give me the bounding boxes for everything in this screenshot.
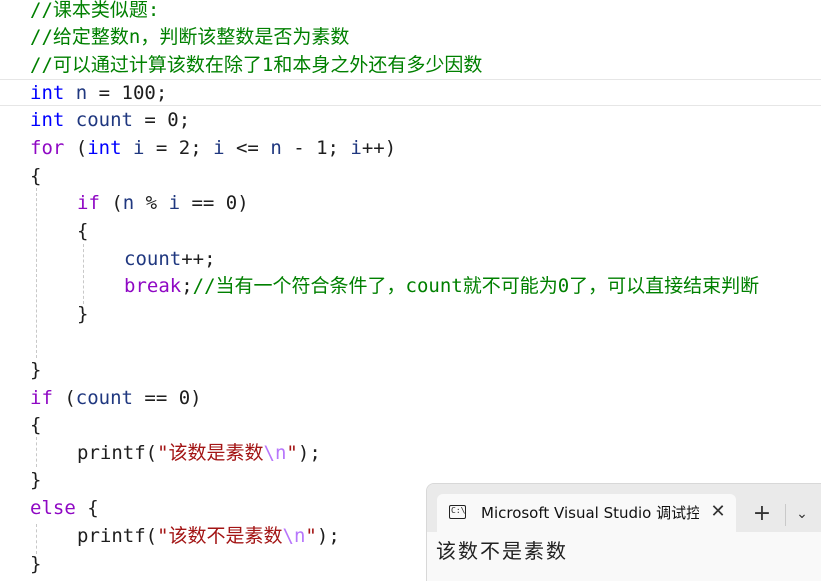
identifier: count <box>75 109 133 131</box>
code-text: ++) <box>361 137 397 159</box>
comment: //当有一个符合条件了，count就不可能为0了，可以直接结束判断 <box>192 275 760 297</box>
chevron-down-icon[interactable]: ⌄ <box>791 502 813 526</box>
code-line-12: } <box>77 300 88 328</box>
control-keyword: break <box>124 275 182 297</box>
code-text: <= <box>224 137 271 159</box>
control-keyword: else <box>30 497 76 519</box>
code-text: = 0; <box>132 109 191 131</box>
identifier: count <box>124 248 182 270</box>
code-text: == 0) <box>132 387 202 409</box>
terminal-tab-title: Microsoft Visual Studio 调试控制台 <box>481 504 699 522</box>
new-tab-plus-icon[interactable]: + <box>749 502 775 526</box>
function-call: printf( <box>77 525 158 547</box>
escape-sequence: \n <box>263 442 287 464</box>
identifier: n <box>75 82 88 104</box>
code-text: = 2; <box>144 137 214 159</box>
indent-guide <box>36 188 37 358</box>
string-literal: " <box>305 525 317 547</box>
code-text: ); <box>316 525 340 547</box>
code-line-8: if (n % i == 0) <box>77 189 249 217</box>
console-icon: C:\ <box>449 505 466 519</box>
indent-guide <box>83 244 84 304</box>
comment: //给定整数n，判断该整数是否为素数 <box>30 26 350 48</box>
code-text: ++; <box>181 248 216 270</box>
code-line-5: int count = 0; <box>30 106 190 134</box>
terminal-output-text: 该数不是素数 <box>436 539 568 563</box>
brace: { <box>77 220 89 242</box>
code-line-6: for (int i = 2; i <= n - 1; i++) <box>30 134 396 162</box>
identifier: count <box>75 387 133 409</box>
code-line-3: //可以通过计算该数在除了1和本身之外还有多少因数 <box>30 51 482 79</box>
identifier: i <box>168 192 181 214</box>
debug-console-window[interactable]: C:\ Microsoft Visual Studio 调试控制台 ✕ + ⌄ … <box>426 483 821 581</box>
function-call: printf( <box>77 442 158 464</box>
code-text: == 0) <box>180 192 249 214</box>
code-line-20: printf("该数不是素数\n"); <box>77 522 340 550</box>
code-text: = 100; <box>87 82 168 104</box>
identifier: i <box>133 137 145 159</box>
escape-sequence: \n <box>282 525 306 547</box>
code-line-16: { <box>30 411 41 439</box>
keyword: int <box>87 137 122 159</box>
code-line-15: if (count == 0) <box>30 384 202 412</box>
comment: //课本类似题: <box>30 0 160 21</box>
terminal-tab[interactable]: C:\ Microsoft Visual Studio 调试控制台 ✕ <box>437 494 736 532</box>
code-line-7: { <box>30 162 41 190</box>
control-keyword: if <box>77 192 100 214</box>
code-line-21: } <box>30 550 41 578</box>
identifier: i <box>213 137 225 159</box>
brace: } <box>30 553 42 575</box>
code-text: ( <box>99 192 123 214</box>
code-line-17: printf("该数是素数\n"); <box>77 439 321 467</box>
code-line-1: //课本类似题: <box>30 0 159 24</box>
brace: { <box>30 165 42 187</box>
code-line-9: { <box>77 217 88 245</box>
code-text: { <box>75 497 99 519</box>
string-literal: "该数不是素数 <box>157 525 283 547</box>
keyword: int <box>30 82 65 104</box>
control-keyword: for <box>30 137 65 159</box>
brace: } <box>30 359 42 381</box>
code-line-18: } <box>30 466 41 494</box>
code-line-19: else { <box>30 494 99 522</box>
keyword: int <box>30 109 65 131</box>
code-text: ); <box>297 442 321 464</box>
code-text: - 1; <box>281 137 351 159</box>
code-line-4: int n = 100; <box>30 79 167 107</box>
brace: } <box>30 469 42 491</box>
brace: } <box>77 303 89 325</box>
identifier: n <box>122 192 135 214</box>
code-line-14: } <box>30 356 41 384</box>
string-literal: " <box>286 442 298 464</box>
terminal-tab-bar: C:\ Microsoft Visual Studio 调试控制台 ✕ + ⌄ <box>427 484 821 532</box>
code-text: % <box>134 192 169 214</box>
indent-guide <box>36 437 37 467</box>
code-line-10: count++; <box>124 245 216 273</box>
terminal-output-area[interactable]: 该数不是素数 <box>427 532 821 581</box>
code-line-11: break;//当有一个符合条件了，count就不可能为0了，可以直接结束判断 <box>124 272 759 300</box>
divider <box>785 504 786 526</box>
code-text: ( <box>64 137 88 159</box>
identifier: i <box>350 137 362 159</box>
code-text: ( <box>52 387 76 409</box>
close-icon[interactable]: ✕ <box>707 500 729 524</box>
code-text: ; <box>181 275 193 297</box>
identifier: n <box>270 137 282 159</box>
comment: //可以通过计算该数在除了1和本身之外还有多少因数 <box>30 54 483 76</box>
control-keyword: if <box>30 387 53 409</box>
string-literal: "该数是素数 <box>157 442 264 464</box>
brace: { <box>30 414 42 436</box>
code-line-2: //给定整数n，判断该整数是否为素数 <box>30 23 349 51</box>
